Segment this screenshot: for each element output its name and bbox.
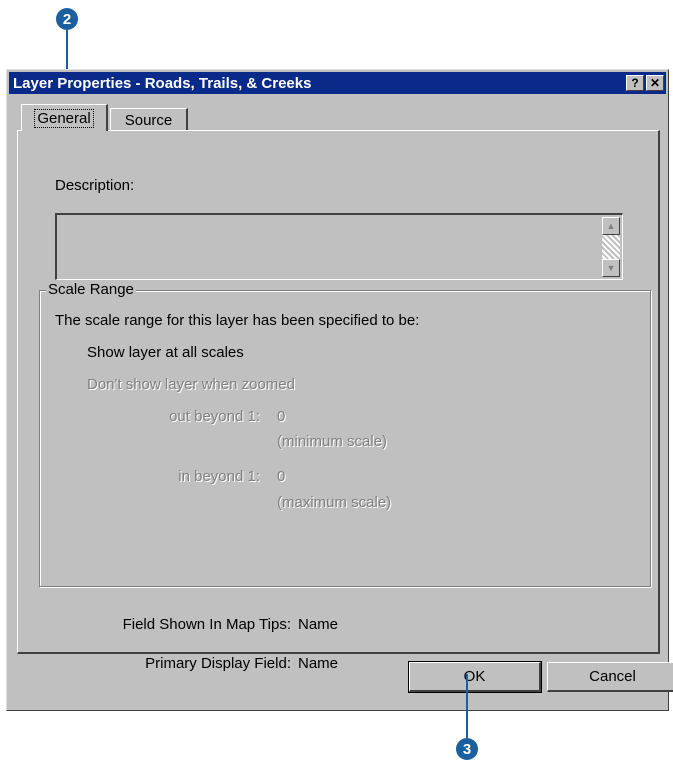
tab-source[interactable]: Source (110, 108, 188, 132)
tab-general[interactable]: General (21, 104, 108, 131)
tab-general-label: General (34, 108, 94, 128)
show-all-scales-option: Show layer at all scales (87, 344, 244, 361)
ok-button[interactable]: OK (408, 661, 542, 693)
callout-3: 3 (456, 738, 478, 760)
callout-3-leader (466, 674, 468, 738)
out-beyond-label: out beyond 1: (169, 408, 260, 425)
primary-display-label: Primary Display Field: (145, 655, 291, 672)
scale-range-title: Scale Range (46, 281, 136, 298)
callout-2: 2 (56, 8, 78, 30)
help-button[interactable]: ? (626, 75, 644, 91)
description-label: Description: (55, 177, 135, 194)
maximum-scale-note: (maximum scale) (277, 494, 392, 511)
out-beyond-value: 0 (277, 408, 286, 425)
description-textarea[interactable]: ▲ ▼ (55, 213, 623, 280)
map-tips-value: Name (298, 616, 339, 633)
window-title: Layer Properties - Roads, Trails, & Cree… (13, 74, 312, 92)
map-tips-label: Field Shown In Map Tips: (122, 616, 291, 633)
scroll-up-arrow-icon[interactable]: ▲ (602, 217, 620, 235)
layer-properties-dialog: Layer Properties - Roads, Trails, & Cree… (6, 69, 673, 711)
minimum-scale-note: (minimum scale) (277, 433, 388, 450)
tab-source-label: Source (124, 112, 173, 129)
in-beyond-label: in beyond 1: (178, 468, 260, 485)
scale-range-intro: The scale range for this layer has been … (55, 312, 420, 329)
close-button[interactable]: ✕ (646, 75, 664, 91)
cancel-button[interactable]: Cancel (547, 662, 673, 692)
scale-range-group: Scale Range The scale range for this lay… (39, 281, 651, 587)
title-bar[interactable]: Layer Properties - Roads, Trails, & Cree… (9, 72, 666, 94)
primary-display-value: Name (298, 655, 339, 672)
dont-show-zoomed-option: Don't show layer when zoomed (87, 376, 295, 393)
in-beyond-value: 0 (277, 468, 286, 485)
scroll-down-arrow-icon[interactable]: ▼ (602, 259, 620, 277)
general-tab-panel: Description: ▲ ▼ Scale Range The scale r… (17, 130, 660, 672)
description-scrollbar[interactable]: ▲ ▼ (602, 217, 620, 277)
